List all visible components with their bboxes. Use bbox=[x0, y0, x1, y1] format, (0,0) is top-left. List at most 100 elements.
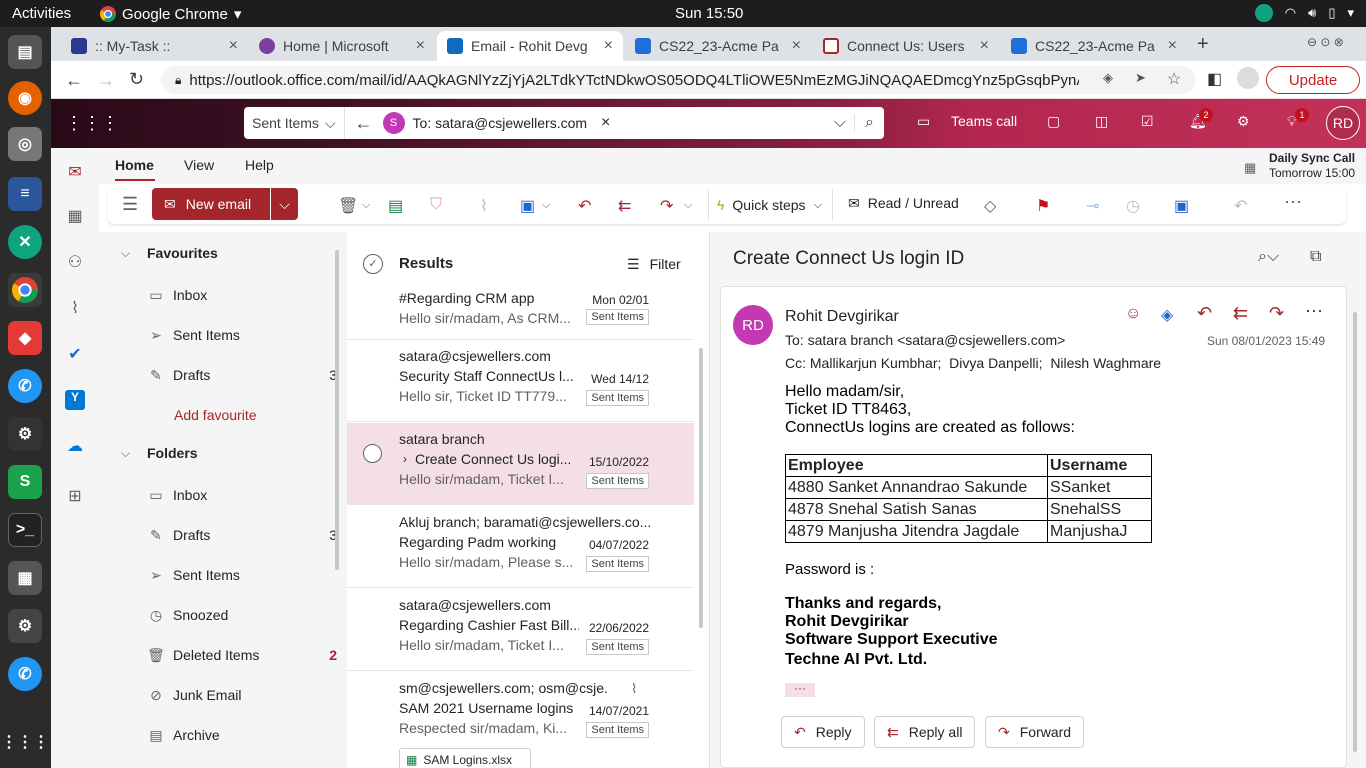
hamburger-icon[interactable]: ☰ bbox=[122, 194, 138, 215]
show-more-button[interactable]: ··· bbox=[785, 682, 815, 697]
search-scope-dropdown[interactable]: Sent Items ⌵ bbox=[244, 107, 345, 139]
chevron-down-icon[interactable]: ⌵ bbox=[684, 199, 692, 212]
bookmark-star-icon[interactable]: ☆ bbox=[1167, 69, 1181, 89]
filter-button[interactable]: ☰ Filter bbox=[627, 256, 681, 273]
tab-help[interactable]: Help bbox=[245, 157, 274, 173]
terminal-icon[interactable]: >_ bbox=[8, 513, 42, 547]
zoom-icon[interactable]: ⌕⌵ bbox=[1258, 248, 1279, 266]
clock[interactable]: Sun 15:50 bbox=[675, 5, 743, 22]
emoji-icon[interactable]: ☺ bbox=[1125, 305, 1141, 323]
teams-call-button[interactable]: Teams call bbox=[951, 113, 1017, 129]
tab-home-microsoft[interactable]: Home | Microsoft × bbox=[249, 31, 435, 61]
reload-icon[interactable]: ↻ bbox=[129, 69, 144, 90]
mail-icon[interactable]: ✉ bbox=[65, 162, 85, 182]
shield-icon[interactable]: ⛉ bbox=[430, 196, 442, 214]
user-avatar[interactable]: RD bbox=[1326, 106, 1360, 140]
yammer-icon[interactable]: Y bbox=[65, 390, 85, 410]
forward-button[interactable]: ↷ Forward bbox=[985, 716, 1085, 748]
side-panel-icon[interactable]: ◧ bbox=[1207, 69, 1222, 89]
tab-view[interactable]: View bbox=[184, 157, 214, 173]
add-favourite-link[interactable]: Add favourite bbox=[174, 407, 257, 423]
app-launcher-icon[interactable]: ⋮⋮⋮ bbox=[65, 113, 119, 134]
sweep-icon[interactable]: ⌇ bbox=[480, 196, 488, 216]
reading-scrollbar[interactable] bbox=[1353, 312, 1357, 752]
sender-avatar[interactable]: RD bbox=[733, 305, 773, 345]
list-item-selected[interactable]: satara branch › Create Connect Us logi..… bbox=[347, 423, 694, 505]
close-icon[interactable]: × bbox=[601, 114, 610, 132]
address-bar[interactable]: 🔒︎ https://outlook.office.com/mail/id/AA… bbox=[161, 66, 1196, 94]
calculator-icon[interactable]: ▦ bbox=[8, 561, 42, 595]
read-unread-button[interactable]: ✉ Read / Unread bbox=[848, 195, 959, 212]
list-item[interactable]: sm@csjewellers.com; osm@csje... ⌇ SAM 20… bbox=[347, 672, 694, 768]
back-arrow-icon[interactable]: ← bbox=[65, 70, 83, 91]
folder-inbox[interactable]: ▭ Inbox bbox=[147, 485, 337, 505]
reply-all-icon[interactable]: ⇇ bbox=[1233, 303, 1248, 324]
send-icon[interactable]: ➤ bbox=[1135, 70, 1146, 86]
tag-icon[interactable]: ◇ bbox=[984, 196, 996, 216]
snooze-icon[interactable]: ◷ bbox=[1126, 196, 1140, 216]
reply-button[interactable]: ↶ Reply bbox=[781, 716, 865, 748]
more-options-icon[interactable]: ⋯ bbox=[1284, 192, 1302, 213]
reply-icon[interactable]: ↶ bbox=[578, 196, 591, 216]
search-box[interactable]: Sent Items ⌵ ← S To: satara@csjewellers.c… bbox=[244, 107, 884, 139]
onenote-icon[interactable]: ◫ bbox=[1095, 113, 1108, 130]
flag-icon[interactable]: ⚑ bbox=[1036, 196, 1050, 216]
tab-my-task[interactable]: :: My-Task :: × bbox=[61, 31, 248, 61]
close-icon[interactable]: × bbox=[416, 37, 425, 55]
folder-sent-items[interactable]: ➢ Sent Items bbox=[147, 565, 337, 585]
files-icon[interactable]: ▤ bbox=[8, 35, 42, 69]
folder-deleted-items[interactable]: 🗑︎ Deleted Items 2 bbox=[147, 645, 337, 665]
undo-icon[interactable]: ↶ bbox=[1234, 196, 1247, 216]
tab-email[interactable]: Email - Rohit Devg × bbox=[437, 31, 623, 61]
reply-icon[interactable]: ↶ bbox=[1197, 303, 1212, 324]
quick-steps-button[interactable]: ϟ Quick steps ⌵ bbox=[708, 189, 833, 221]
chevron-down-icon[interactable]: ⌵ bbox=[362, 199, 370, 212]
list-item[interactable]: #Regarding CRM app Mon 02/01 Hello sir/m… bbox=[347, 288, 694, 340]
gear-icon[interactable]: ⚙ bbox=[1237, 113, 1250, 130]
close-icon[interactable]: × bbox=[792, 37, 801, 55]
settings-icon[interactable]: ⚙ bbox=[8, 609, 42, 643]
list-item[interactable]: satara@csjewellers.com Regarding Cashier… bbox=[347, 589, 694, 671]
pin-icon[interactable]: ⊸ bbox=[1086, 196, 1099, 216]
onedrive-icon[interactable]: ☁ bbox=[65, 436, 85, 456]
reply-all-button[interactable]: ⇇ Reply all bbox=[874, 716, 976, 748]
activities-button[interactable]: Activities bbox=[12, 5, 71, 22]
attachment-chip[interactable]: ▦ SAM Logins.xlsx bbox=[399, 748, 531, 768]
folder-scrollbar[interactable] bbox=[335, 250, 339, 570]
new-email-button[interactable]: ✉ New email ⌵ bbox=[152, 188, 298, 220]
chevron-down-icon[interactable]: ⌵ bbox=[270, 188, 298, 220]
fav-inbox[interactable]: ▭ Inbox bbox=[147, 285, 337, 305]
sync-app-icon[interactable]: ✕ bbox=[8, 225, 42, 259]
search-chip[interactable]: S To: satara@csjewellers.com × bbox=[382, 112, 610, 134]
sender-name[interactable]: Rohit Devgirikar bbox=[785, 308, 899, 326]
archive-icon[interactable]: ▤ bbox=[388, 196, 403, 216]
phone-icon[interactable]: ✆ bbox=[8, 369, 42, 403]
extension-icon[interactable]: ◈ bbox=[1103, 70, 1113, 86]
folders-header[interactable]: Folders bbox=[147, 445, 198, 461]
chevron-down-icon[interactable]: ⌵ bbox=[121, 246, 130, 261]
chevron-down-icon[interactable]: ⌵ bbox=[826, 114, 854, 132]
back-arrow-icon[interactable]: ← bbox=[345, 113, 383, 134]
calendar-icon[interactable]: ▦ bbox=[65, 206, 85, 226]
tab-home[interactable]: Home bbox=[115, 157, 154, 173]
tab-connect-us[interactable]: Connect Us: Users × bbox=[813, 31, 999, 61]
list-item[interactable]: satara@csjewellers.com Security Staff Co… bbox=[347, 340, 694, 422]
chevron-right-icon[interactable]: › bbox=[403, 452, 407, 466]
popout-icon[interactable]: ⧉ bbox=[1310, 248, 1321, 266]
close-icon[interactable]: × bbox=[1168, 37, 1177, 55]
message-checkbox[interactable] bbox=[363, 444, 382, 463]
window-controls[interactable]: ⊖ ⊙ ⊗ bbox=[1307, 35, 1344, 49]
favourites-header[interactable]: Favourites bbox=[147, 245, 218, 261]
firefox-icon[interactable]: ◉ bbox=[8, 81, 42, 115]
list-item[interactable]: Akluj branch; baramati@csjewellers.co...… bbox=[347, 506, 694, 588]
sheets-icon[interactable]: S bbox=[8, 465, 42, 499]
tab-acme-1[interactable]: CS22_23-Acme Pac × bbox=[625, 31, 811, 61]
folder-junk-email[interactable]: ⊘ Junk Email bbox=[147, 685, 337, 705]
chevron-down-icon[interactable]: ⌵ bbox=[542, 199, 550, 212]
network-icon[interactable]: ⚙ bbox=[8, 417, 42, 451]
tab-acme-2[interactable]: CS22_23-Acme Pac × bbox=[1001, 31, 1187, 61]
new-tab-button[interactable]: + bbox=[1197, 33, 1209, 56]
phone-alt-icon[interactable]: ✆ bbox=[8, 657, 42, 691]
loop-icon[interactable]: ◈ bbox=[1161, 305, 1173, 325]
reminder-title[interactable]: Daily Sync Call bbox=[1269, 151, 1355, 165]
